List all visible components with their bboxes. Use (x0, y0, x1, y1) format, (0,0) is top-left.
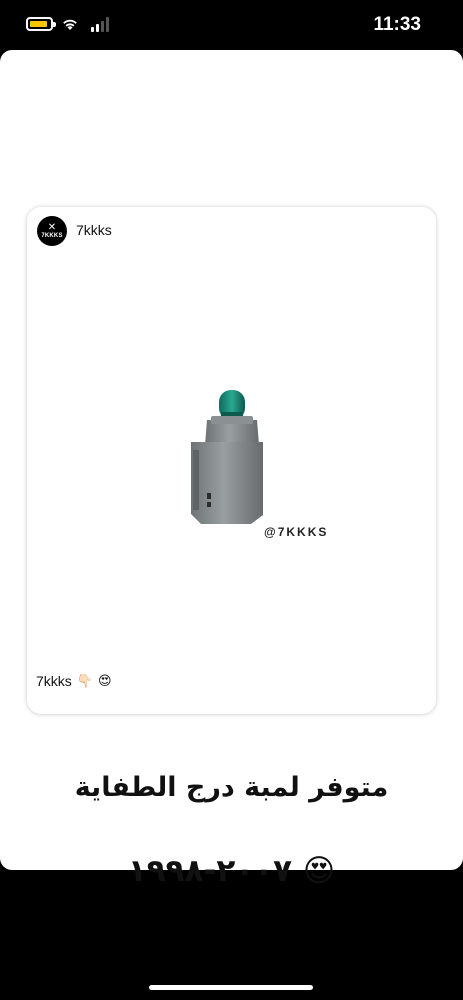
post-username[interactable]: 7kkks (76, 222, 112, 238)
heart-eyes-emoji-icon: 😍 (302, 853, 336, 889)
battery-icon (26, 17, 56, 31)
wifi-icon (63, 19, 77, 30)
home-indicator[interactable] (149, 985, 313, 990)
years-range: ٢٠٠٧-١٩٩٨ (127, 853, 293, 889)
story-headline-text: متوفر لمبة درج الطفاية (74, 772, 389, 803)
heart-eyes-emoji-icon: 😍 (97, 673, 112, 688)
status-time: 11:33 (373, 14, 421, 35)
avatar-logo-text: 7KKKS (41, 232, 63, 239)
product-image-bulb-socket (191, 390, 263, 524)
pointing-down-emoji-icon: 👇🏻 (76, 673, 93, 688)
signal-bars-icon (91, 17, 109, 32)
crossed-tools-icon: ✕ (47, 221, 57, 233)
shared-post-card[interactable]: ✕ 7KKKS 7kkks @7KKKS 7kkks 👇🏻 😍 (27, 207, 436, 714)
post-caption: 7kkks 👇🏻 😍 (36, 673, 112, 689)
image-watermark: @7KKKS (264, 525, 329, 539)
story-years-text: 😍 ٢٠٠٧-١٩٩٨ (0, 853, 463, 889)
status-bar: 11:33 (0, 0, 463, 50)
avatar[interactable]: ✕ 7KKKS (37, 216, 67, 246)
story-card[interactable]: ✕ 7KKKS 7kkks @7KKKS 7kkks 👇🏻 😍 متوفر لم… (0, 50, 463, 889)
caption-username: 7kkks (36, 673, 72, 689)
